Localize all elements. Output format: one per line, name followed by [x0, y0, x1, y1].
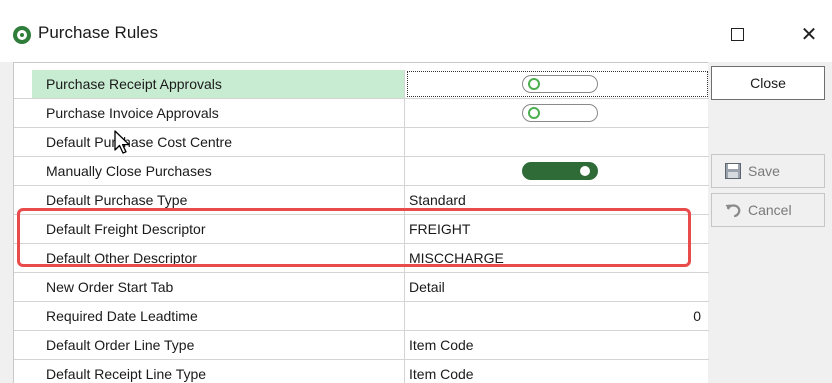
table-row[interactable]: Required Date Leadtime 0	[14, 302, 709, 331]
rule-value-cell[interactable]	[406, 157, 709, 185]
annotation-highlight-box	[17, 208, 691, 267]
rule-name: Required Date Leadtime	[32, 302, 405, 330]
table-row[interactable]: Default Receipt Line Type Item Code	[14, 360, 709, 383]
title-bar: Purchase Rules ✕	[0, 0, 832, 62]
window-close-button[interactable]: ✕	[786, 14, 832, 54]
rule-value-cell[interactable]	[406, 70, 709, 98]
rule-name: Purchase Invoice Approvals	[32, 99, 405, 127]
rule-name: Default Purchase Cost Centre	[32, 128, 405, 156]
maximize-icon	[730, 27, 744, 41]
table-row[interactable]: Purchase Invoice Approvals	[14, 99, 709, 128]
table-row[interactable]: Default Order Line Type Item Code	[14, 331, 709, 360]
save-button-label: Save	[748, 163, 780, 179]
rule-name: New Order Start Tab	[32, 273, 405, 301]
rule-value-cell[interactable]: Detail	[406, 273, 709, 301]
manually-close-purchases-toggle[interactable]	[522, 162, 598, 180]
close-icon: ✕	[800, 23, 818, 46]
rule-value-cell[interactable]: Item Code	[406, 331, 709, 359]
rule-name: Purchase Receipt Approvals	[32, 70, 405, 98]
rule-name: Default Receipt Line Type	[32, 360, 405, 383]
cancel-button[interactable]: Cancel	[711, 193, 825, 227]
row-indicator	[14, 128, 32, 156]
rule-name: Manually Close Purchases	[32, 157, 405, 185]
close-button[interactable]: Close	[711, 66, 825, 100]
row-indicator	[14, 331, 32, 359]
table-row[interactable]: New Order Start Tab Detail	[14, 273, 709, 302]
window-title: Purchase Rules	[38, 23, 159, 42]
rule-value-cell[interactable]	[406, 99, 709, 127]
row-indicator	[14, 157, 32, 185]
purchase-rules-window: Purchase Rules ✕ Purchase Receipt Approv…	[0, 0, 832, 383]
row-indicator	[14, 99, 32, 127]
table-row[interactable]: Default Purchase Cost Centre	[14, 128, 709, 157]
row-indicator	[14, 273, 32, 301]
floppy-disk-icon	[725, 163, 741, 179]
maximize-button[interactable]	[714, 14, 760, 54]
rule-value-cell[interactable]: 0	[406, 302, 709, 330]
toggle-knob	[528, 78, 540, 90]
toggle-knob	[528, 107, 540, 119]
close-button-label: Close	[750, 75, 786, 91]
row-indicator	[14, 70, 32, 98]
save-button[interactable]: Save	[711, 154, 825, 188]
rule-name: Default Order Line Type	[32, 331, 405, 359]
app-logo-icon	[13, 26, 31, 44]
row-indicator	[14, 360, 32, 383]
purchase-invoice-approvals-toggle[interactable]	[522, 104, 598, 122]
purchase-receipt-approvals-toggle[interactable]	[522, 75, 598, 93]
rule-value-cell[interactable]	[406, 128, 709, 156]
table-row[interactable]: Purchase Receipt Approvals	[14, 70, 709, 99]
row-indicator	[14, 302, 32, 330]
table-row[interactable]: Manually Close Purchases	[14, 157, 709, 186]
rule-value-cell[interactable]: Item Code	[406, 360, 709, 383]
undo-arrow-icon	[725, 204, 741, 218]
toggle-knob	[580, 166, 590, 176]
cancel-button-label: Cancel	[748, 202, 792, 218]
